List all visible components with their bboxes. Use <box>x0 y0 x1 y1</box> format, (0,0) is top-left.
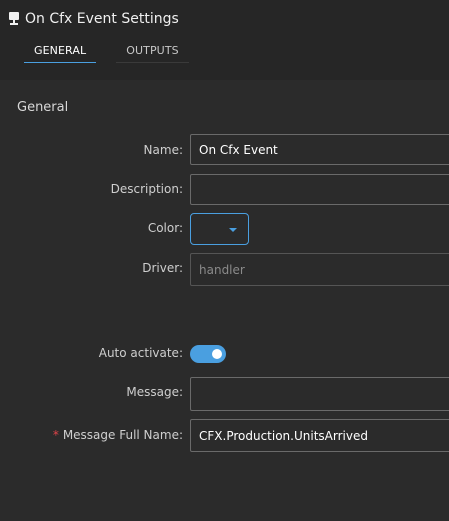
required-marker: * <box>52 428 59 442</box>
driver-label: Driver: <box>142 261 183 275</box>
auto-activate-toggle[interactable] <box>190 345 226 363</box>
message-full-name-label: * Message Full Name: <box>53 428 183 442</box>
tab-general[interactable]: GENERAL <box>24 40 97 63</box>
window-title: On Cfx Event Settings <box>25 11 179 27</box>
auto-activate-label: Auto activate: <box>98 346 183 360</box>
toggle-knob <box>212 349 222 359</box>
description-field[interactable] <box>190 174 449 205</box>
section-title: General <box>17 100 69 115</box>
monitor-icon <box>9 12 19 25</box>
name-label: Name: <box>143 143 183 157</box>
name-field[interactable]: On Cfx Event <box>190 134 449 165</box>
message-full-name-value: CFX.Production.UnitsArrived <box>199 428 368 443</box>
name-value: On Cfx Event <box>199 142 278 157</box>
tab-outputs[interactable]: OUTPUTS <box>116 40 189 63</box>
message-full-name-field[interactable]: CFX.Production.UnitsArrived <box>190 419 449 452</box>
header: On Cfx Event Settings GENERAL OUTPUTS <box>0 0 449 80</box>
color-label: Color: <box>147 221 183 235</box>
message-field[interactable] <box>190 377 449 411</box>
driver-field[interactable]: handler <box>190 253 449 286</box>
chevron-down-icon <box>229 228 237 232</box>
message-label: Message: <box>126 385 183 399</box>
driver-placeholder: handler <box>199 262 245 277</box>
color-dropdown[interactable] <box>190 213 249 245</box>
message-full-name-label-text: Message Full Name: <box>62 428 183 442</box>
description-label: Description: <box>110 182 183 196</box>
title-row: On Cfx Event Settings <box>8 9 179 29</box>
tab-bar: GENERAL OUTPUTS <box>24 40 209 63</box>
